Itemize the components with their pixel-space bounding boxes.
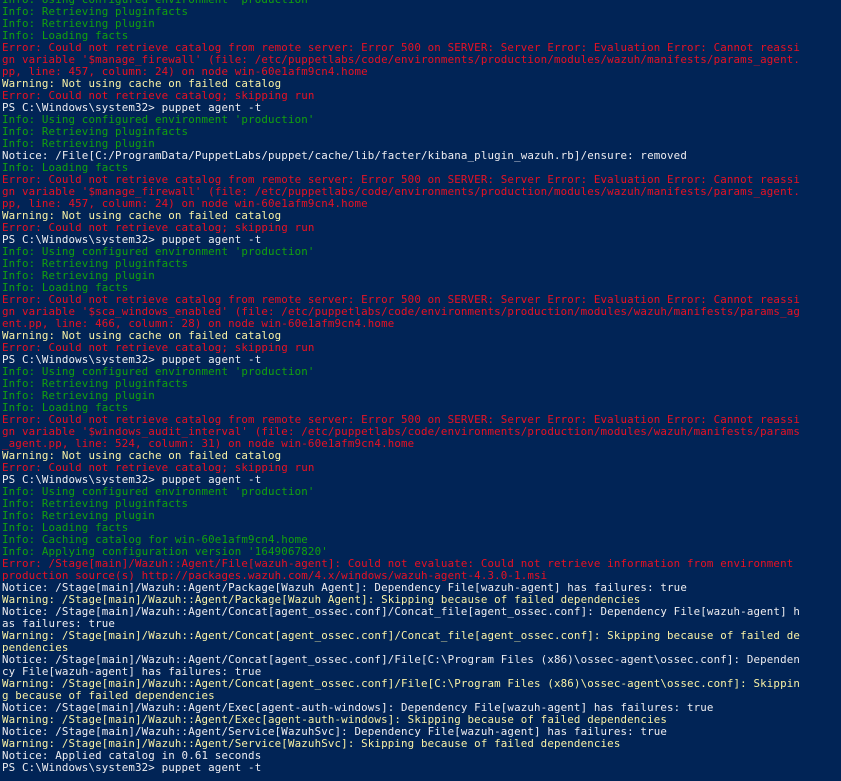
warning-line: Warning: Not using cache on failed catal… <box>2 330 282 342</box>
notice-line: cy File[wazuh-agent] has failures: true <box>2 666 262 678</box>
command-prompt-line: PS C:\Windows\system32> puppet agent -t <box>2 234 262 246</box>
error-line: gn variable '$sca_windows_enabled' (file… <box>2 306 801 318</box>
info-line: Info: Retrieving plugin <box>2 270 155 282</box>
notice-line: Notice: Applied catalog in 0.61 seconds <box>2 750 262 762</box>
notice-line: Notice: /Stage[main]/Wazuh::Agent/Servic… <box>2 726 668 738</box>
warning-line: Warning: Not using cache on failed catal… <box>2 450 282 462</box>
error-line: Error: Could not retrieve catalog; skipp… <box>2 342 315 354</box>
info-line: Info: Caching catalog for win-60e1afm9cn… <box>2 534 308 546</box>
error-line: Error: Could not retrieve catalog; skipp… <box>2 90 315 102</box>
warning-line: Warning: /Stage[main]/Wazuh::Agent/Exec[… <box>2 714 668 726</box>
error-line: Error: Could not retrieve catalog from r… <box>2 294 801 306</box>
info-line: Info: Loading facts <box>2 30 129 42</box>
info-line: Info: Retrieving pluginfacts <box>2 6 189 18</box>
info-line: Info: Using configured environment 'prod… <box>2 486 315 498</box>
info-line: Info: Applying configuration version '16… <box>2 546 328 558</box>
info-line: Info: Loading facts <box>2 162 129 174</box>
warning-line: g because of failed dependencies <box>2 690 215 702</box>
command-prompt-line: PS C:\Windows\system32> puppet agent -t <box>2 354 262 366</box>
warning-line: Warning: /Stage[main]/Wazuh::Agent/Conca… <box>2 630 801 642</box>
info-line: Info: Loading facts <box>2 282 129 294</box>
error-line: pp, line: 457, column: 24) on node win-6… <box>2 66 368 78</box>
info-line: Info: Retrieving pluginfacts <box>2 378 189 390</box>
warning-line: Warning: /Stage[main]/Wazuh::Agent/Packa… <box>2 594 641 606</box>
error-line: gn variable '$manage_firewall' (file: /e… <box>2 54 801 66</box>
info-line: Info: Retrieving plugin <box>2 18 155 30</box>
notice-line: Notice: /Stage[main]/Wazuh::Agent/Concat… <box>2 606 801 618</box>
notice-line: Notice: /Stage[main]/Wazuh::Agent/Exec[a… <box>2 702 714 714</box>
error-line: Error: Could not retrieve catalog from r… <box>2 414 801 426</box>
command-prompt-line: PS C:\Windows\system32> puppet agent -t <box>2 102 262 114</box>
warning-line: pendencies <box>2 642 69 654</box>
info-line: Info: Using configured environment 'prod… <box>2 366 315 378</box>
notice-line: as failures: true <box>2 618 116 630</box>
info-line: Info: Retrieving plugin <box>2 510 155 522</box>
command-prompt-line: PS C:\Windows\system32> puppet agent -t <box>2 474 262 486</box>
error-line: Error: Could not retrieve catalog; skipp… <box>2 462 315 474</box>
info-line: Info: Retrieving pluginfacts <box>2 126 189 138</box>
warning-line: Warning: /Stage[main]/Wazuh::Agent/Conca… <box>2 678 801 690</box>
error-line: _agent.pp, line: 524, column: 31) on nod… <box>2 438 415 450</box>
powershell-console[interactable]: Info: Using configured environment 'prod… <box>0 0 841 775</box>
warning-line: Warning: Not using cache on failed catal… <box>2 210 282 222</box>
notice-line: Notice: /Stage[main]/Wazuh::Agent/Concat… <box>2 654 801 666</box>
error-line: Error: Could not retrieve catalog from r… <box>2 174 801 186</box>
notice-line: Notice: /File[C:/ProgramData/PuppetLabs/… <box>2 150 687 162</box>
error-line: gn variable '$manage_firewall' (file: /e… <box>2 186 801 198</box>
info-line: Info: Loading facts <box>2 522 129 534</box>
warning-line: Warning: /Stage[main]/Wazuh::Agent/Servi… <box>2 738 621 750</box>
warning-line: Warning: Not using cache on failed catal… <box>2 78 282 90</box>
info-line: Info: Retrieving pluginfacts <box>2 498 189 510</box>
error-line: production source(s) http://packages.waz… <box>2 570 548 582</box>
error-line: gn variable '$windows_audit_interval' (f… <box>2 426 801 438</box>
info-line: Info: Using configured environment 'prod… <box>2 114 315 126</box>
error-line: ent.pp, line: 466, column: 28) on node w… <box>2 318 395 330</box>
error-line: pp, line: 457, column: 24) on node win-6… <box>2 198 368 210</box>
info-line: Info: Retrieving plugin <box>2 390 155 402</box>
info-line: Info: Retrieving pluginfacts <box>2 258 189 270</box>
command-prompt-line: PS C:\Windows\system32> puppet agent -t <box>2 762 262 774</box>
notice-line: Notice: /Stage[main]/Wazuh::Agent/Packag… <box>2 582 687 594</box>
error-line: Error: /Stage[main]/Wazuh::Agent/File[wa… <box>2 558 794 570</box>
error-line: Error: Could not retrieve catalog from r… <box>2 42 801 54</box>
info-line: Info: Retrieving plugin <box>2 138 155 150</box>
info-line: Info: Using configured environment 'prod… <box>2 246 315 258</box>
error-line: Error: Could not retrieve catalog; skipp… <box>2 222 315 234</box>
info-line: Info: Loading facts <box>2 402 129 414</box>
